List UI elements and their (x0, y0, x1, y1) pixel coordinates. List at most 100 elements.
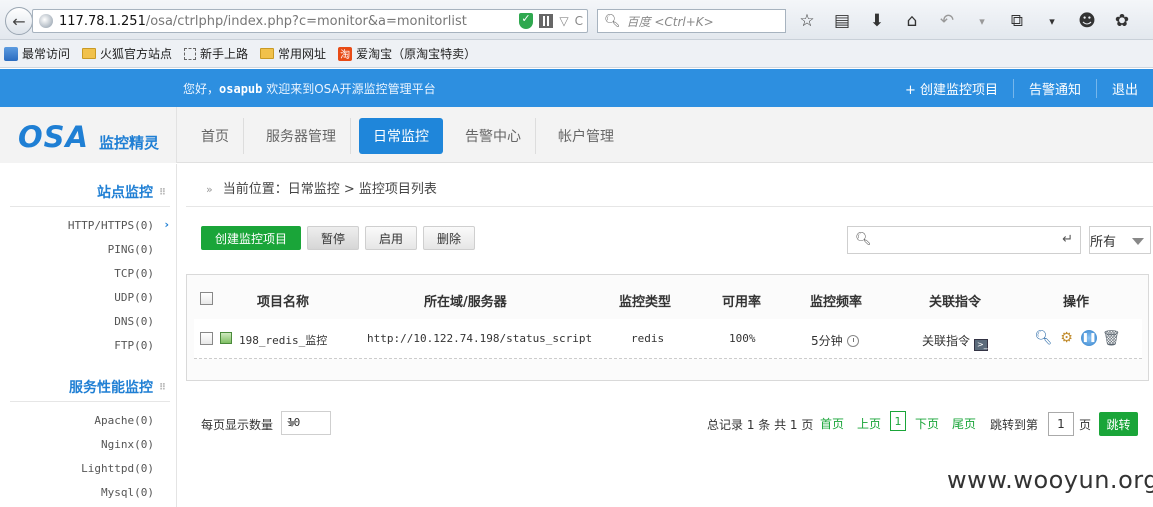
filter-select[interactable]: 所有 (1089, 226, 1151, 254)
browser-search-input[interactable]: 🔍︎ 百度 <Ctrl+K> (597, 9, 786, 33)
url-path: /osa/ctrlphp/index.php?c=monitor&a=monit… (145, 13, 467, 29)
sidebar-item-nginx[interactable]: Nginx(0) (101, 438, 154, 451)
reload-icon[interactable]: C (575, 14, 583, 28)
sidebar-item-http[interactable]: HTTP/HTTPS(0) (68, 219, 154, 232)
logout-link[interactable]: 退出 (1095, 78, 1153, 98)
sidebar-item-udp[interactable]: UDP(0) (114, 291, 154, 304)
cell-server: http://10.122.74.198/status_script (367, 332, 593, 345)
sidebar-item-apache[interactable]: Apache(0) (94, 414, 154, 427)
divider (10, 401, 170, 402)
sidebar-item-lighttpd[interactable]: Lighttpd(0) (81, 462, 154, 475)
chevron-right-icon: › (164, 218, 169, 231)
cell-name[interactable]: 198_redis_监控 (239, 332, 327, 348)
bookmark-label: 常用网址 (278, 47, 327, 61)
prev-page-link[interactable]: 上页 (857, 415, 881, 432)
col-header-command: 关联指令 (929, 295, 982, 310)
tab-server-management[interactable]: 服务器管理 (252, 118, 351, 154)
sidebar-item-ping[interactable]: PING(0) (108, 243, 154, 256)
site-topbar: 您好，osapub 欢迎来到OSA开源监控管理平台 + 创建监控项目 告警通知 … (0, 69, 1153, 107)
command-text: 关联指令 (922, 334, 971, 348)
current-page[interactable]: 1 (890, 411, 906, 431)
next-page-link[interactable]: 下页 (915, 415, 939, 432)
sidebar-item-dns[interactable]: DNS(0) (114, 315, 154, 328)
create-project-button[interactable]: 创建监控项目 (201, 226, 301, 250)
sidebar-perf-title[interactable]: 服务性能监控 (69, 377, 166, 397)
chevron-down-icon (1132, 238, 1144, 245)
welcome-text: 您好，osapub 欢迎来到OSA开源监控管理平台 (183, 80, 436, 97)
jump-label: 跳转到第 (990, 418, 1039, 432)
tab-alert-center[interactable]: 告警中心 (451, 118, 536, 154)
search-icon: 🔍︎ (855, 232, 872, 247)
col-header-server: 所在域/服务器 (424, 295, 507, 310)
table-row: 198_redis_监控 http://10.122.74.198/status… (194, 319, 1142, 359)
cell-command[interactable]: 关联指令 >_ (922, 332, 989, 351)
download-icon[interactable]: ⬇ (866, 10, 888, 32)
create-project-link[interactable]: + 创建监控项目 (890, 79, 1013, 98)
bookmark-item[interactable]: 淘爱淘宝（原淘宝特卖） (338, 45, 476, 62)
jump-button[interactable]: 跳转 (1099, 412, 1138, 436)
tab-account-management[interactable]: 帐户管理 (544, 118, 628, 154)
url-host: 117.78.1.251 (59, 13, 146, 29)
pause-icon[interactable]: ❚❚ (1081, 329, 1097, 346)
trash-icon[interactable]: 🗑︎ (1102, 329, 1121, 347)
col-header-name: 项目名称 (257, 295, 310, 310)
view-icon[interactable]: 🔍︎ (1035, 329, 1053, 346)
home-icon[interactable]: ⌂ (901, 10, 923, 32)
url-bar[interactable]: 117.78.1.251/osa/ctrlphp/index.php?c=mon… (32, 9, 588, 33)
bookmark-label: 爱淘宝（原淘宝特卖） (356, 47, 477, 61)
clock-icon (846, 335, 859, 347)
enter-icon[interactable]: ↵ (1062, 232, 1073, 247)
sidebar-item-mysql[interactable]: Mysql(0) (101, 486, 154, 499)
sidebar-item-tcp[interactable]: TCP(0) (114, 267, 154, 280)
bookmark-item[interactable]: 最常访问 (4, 45, 70, 62)
filter-search-input[interactable]: 🔍︎ ↵ (847, 226, 1081, 254)
cell-availability: 100% (729, 332, 756, 345)
tab-home[interactable]: 首页 (187, 118, 244, 154)
monitor-table: 项目名称 所在域/服务器 监控类型 可用率 监控频率 关联指令 操作 198_r… (186, 274, 1149, 381)
shield-icon[interactable] (519, 12, 534, 29)
jump-page-input[interactable]: 1 (1048, 412, 1074, 436)
bookmark-item[interactable]: 火狐官方站点 (82, 45, 172, 62)
pause-button[interactable]: 暂停 (307, 226, 359, 250)
chevron-down-icon[interactable]: ▾ (971, 10, 993, 32)
tab-daily-monitor[interactable]: 日常监控 (359, 118, 443, 154)
chevron-down-icon (287, 421, 297, 427)
chevron-down-icon[interactable]: ▾ (1041, 10, 1063, 32)
bookmarks-bar: 最常访问 火狐官方站点 新手上路 常用网址 淘爱淘宝（原淘宝特卖） (0, 40, 1153, 68)
back-button[interactable]: ← (5, 7, 33, 35)
username: osapub (219, 82, 263, 96)
chat-icon[interactable]: ☻ (1076, 10, 1098, 32)
col-header-type: 监控类型 (619, 295, 672, 310)
gear-icon[interactable]: ⚙ (1058, 329, 1075, 346)
sidebar-item-ftp[interactable]: FTP(0) (114, 339, 154, 352)
star-icon[interactable]: ☆ (796, 10, 818, 32)
per-page-select[interactable]: 10 (281, 411, 331, 435)
reading-list-icon[interactable]: ▤ (831, 10, 853, 32)
main-content: » 当前位置：日常监控 > 监控项目列表 创建监控项目 暂停 启用 删除 🔍︎ ↵… (178, 164, 1153, 507)
dropdown-arrow-icon[interactable]: ▽ (559, 14, 568, 28)
alert-notice-link[interactable]: 告警通知 (1012, 78, 1096, 98)
most-visited-icon (4, 46, 18, 61)
bookmark-item[interactable]: 常用网址 (260, 45, 326, 62)
folder-icon (260, 48, 275, 59)
extension-icon[interactable]: ✿ (1111, 10, 1133, 32)
bookmark-label: 新手上路 (200, 47, 249, 61)
search-placeholder: 百度 <Ctrl+K> (626, 14, 714, 29)
row-checkbox[interactable] (200, 332, 213, 345)
bookmark-item[interactable]: 新手上路 (184, 45, 248, 62)
enable-button[interactable]: 启用 (365, 226, 417, 250)
menu-chevron-icon[interactable]: ▾ (1146, 10, 1153, 32)
logo[interactable]: OSA 监控精灵 (0, 107, 177, 163)
crop-icon[interactable]: ⧉ (1006, 10, 1028, 32)
delete-button[interactable]: 删除 (423, 226, 475, 250)
arrow-left-icon: ← (12, 11, 26, 31)
qr-code-icon[interactable] (539, 14, 554, 28)
select-all-checkbox[interactable] (200, 292, 213, 305)
terminal-icon[interactable]: >_ (974, 339, 989, 351)
watermark: www.wooyun.org (947, 466, 1153, 494)
sidebar-site-title[interactable]: 站点监控 (97, 182, 166, 202)
undo-icon[interactable]: ↶ (936, 10, 958, 32)
last-page-link[interactable]: 尾页 (952, 415, 976, 432)
bookmark-label: 火狐官方站点 (100, 47, 173, 61)
first-page-link[interactable]: 首页 (820, 415, 844, 432)
